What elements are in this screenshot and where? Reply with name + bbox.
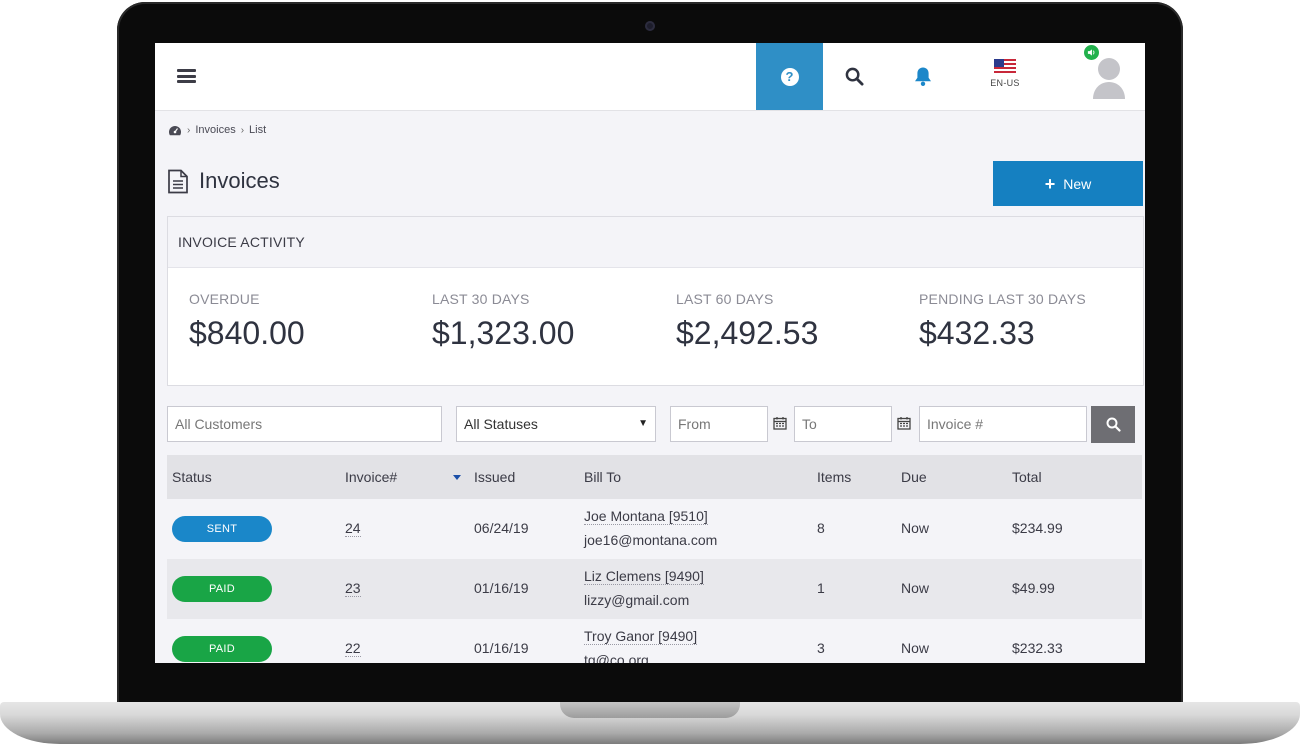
invoice-activity-panel: INVOICE ACTIVITY OVERDUE $840.00 LAST 30… (167, 216, 1144, 386)
user-avatar[interactable] (1091, 55, 1127, 101)
page-header: Invoices (167, 168, 280, 194)
total-value: $234.99 (1012, 520, 1063, 536)
breadcrumb-list: List (249, 124, 267, 136)
invoice-number-link[interactable]: 23 (345, 580, 361, 597)
filter-search-button[interactable] (1091, 406, 1135, 443)
column-invoice[interactable]: Invoice# (345, 455, 397, 499)
issued-date: 06/24/19 (474, 520, 529, 536)
stat-label: PENDING LAST 30 DAYS (919, 291, 1086, 307)
search-icon (845, 67, 864, 86)
customer-filter-input[interactable]: All Customers (167, 406, 442, 442)
table-header: Status Invoice# Issued Bill To Items Due… (167, 455, 1142, 499)
breadcrumb-separator: › (240, 124, 245, 136)
table-row[interactable]: SENT 24 06/24/19 Joe Montana [9510] joe1… (167, 499, 1142, 559)
plus-icon: + (1044, 173, 1056, 194)
app-screen: ? EN-US › Invoices › List Invoices + New… (155, 43, 1145, 663)
column-issued[interactable]: Issued (474, 455, 515, 499)
calendar-icon[interactable] (773, 416, 787, 430)
camera-icon (645, 21, 655, 31)
bell-icon (915, 67, 931, 86)
due-value: Now (901, 520, 930, 536)
due-value: Now (901, 580, 930, 596)
notifications-button[interactable] (910, 63, 936, 89)
items-count: 8 (817, 520, 825, 536)
invoice-number-link[interactable]: 22 (345, 640, 361, 657)
laptop-notch (560, 702, 740, 718)
top-bar: ? EN-US (155, 43, 1145, 111)
activity-heading: INVOICE ACTIVITY (168, 217, 1143, 268)
menu-icon[interactable] (177, 69, 196, 83)
bill-to-email: lizzy@gmail.com (584, 592, 690, 608)
stat-value: $1,323.00 (432, 315, 575, 351)
column-items[interactable]: Items (817, 455, 851, 499)
total-value: $49.99 (1012, 580, 1055, 596)
calendar-icon[interactable] (897, 416, 911, 430)
stat-overdue: OVERDUE $840.00 (189, 291, 305, 352)
new-invoice-button[interactable]: + New (993, 161, 1143, 206)
status-filter-select[interactable]: All Statuses ▼ (456, 406, 656, 442)
sort-desc-icon[interactable] (453, 475, 461, 480)
due-value: Now (901, 640, 930, 656)
language-selector[interactable]: EN-US (983, 59, 1027, 88)
help-icon: ? (780, 67, 799, 86)
stat-last-60-days: LAST 60 DAYS $2,492.53 (676, 291, 818, 352)
status-badge: PAID (172, 636, 272, 662)
status-badge: PAID (172, 576, 272, 602)
new-button-label: New (1063, 175, 1092, 192)
language-code: EN-US (990, 78, 1020, 88)
stat-value: $432.33 (919, 315, 1035, 351)
help-button[interactable]: ? (756, 43, 823, 110)
breadcrumb: › Invoices › List (168, 124, 266, 136)
invoice-number-input[interactable]: Invoice # (919, 406, 1087, 442)
items-count: 3 (817, 640, 825, 656)
bill-to-email: joe16@montana.com (584, 532, 718, 548)
invoice-number-link[interactable]: 24 (345, 520, 361, 537)
stat-label: LAST 30 DAYS (432, 291, 530, 307)
bill-to-name-link[interactable]: Liz Clemens [9490] (584, 568, 704, 585)
column-status[interactable]: Status (172, 455, 212, 499)
page-title: Invoices (199, 168, 280, 193)
stat-pending-last-30-days: PENDING LAST 30 DAYS $432.33 (919, 291, 1086, 352)
search-button[interactable] (841, 63, 867, 89)
stat-last-30-days: LAST 30 DAYS $1,323.00 (432, 291, 574, 352)
dashboard-icon[interactable] (168, 125, 182, 136)
breadcrumb-invoices[interactable]: Invoices (195, 124, 235, 136)
column-due[interactable]: Due (901, 455, 927, 499)
items-count: 1 (817, 580, 825, 596)
status-selected-value: All Statuses (464, 416, 538, 432)
bill-to-name-link[interactable]: Joe Montana [9510] (584, 508, 708, 525)
total-value: $232.33 (1012, 640, 1063, 656)
table-row[interactable]: PAID 22 01/16/19 Troy Ganor [9490] tg@co… (167, 619, 1142, 663)
issued-date: 01/16/19 (474, 580, 529, 596)
stat-label: OVERDUE (189, 291, 260, 307)
column-total[interactable]: Total (1012, 455, 1042, 499)
stat-value: $2,492.53 (676, 315, 819, 351)
caret-down-icon: ▼ (638, 418, 648, 429)
stat-value: $840.00 (189, 315, 305, 351)
avatar-icon (1093, 58, 1125, 99)
column-bill-to[interactable]: Bill To (584, 455, 621, 499)
bill-to-name-link[interactable]: Troy Ganor [9490] (584, 628, 698, 645)
issued-date: 01/16/19 (474, 640, 529, 656)
breadcrumb-separator: › (187, 124, 191, 136)
search-icon (1106, 417, 1121, 432)
stat-label: LAST 60 DAYS (676, 291, 774, 307)
document-icon (168, 169, 188, 193)
from-date-input[interactable]: From (670, 406, 768, 442)
bill-to-email: tg@co.org (584, 652, 649, 663)
flag-us-icon (994, 59, 1016, 73)
table-row[interactable]: PAID 23 01/16/19 Liz Clemens [9490] lizz… (167, 559, 1142, 619)
status-badge: SENT (172, 516, 272, 542)
to-date-input[interactable]: To (794, 406, 892, 442)
